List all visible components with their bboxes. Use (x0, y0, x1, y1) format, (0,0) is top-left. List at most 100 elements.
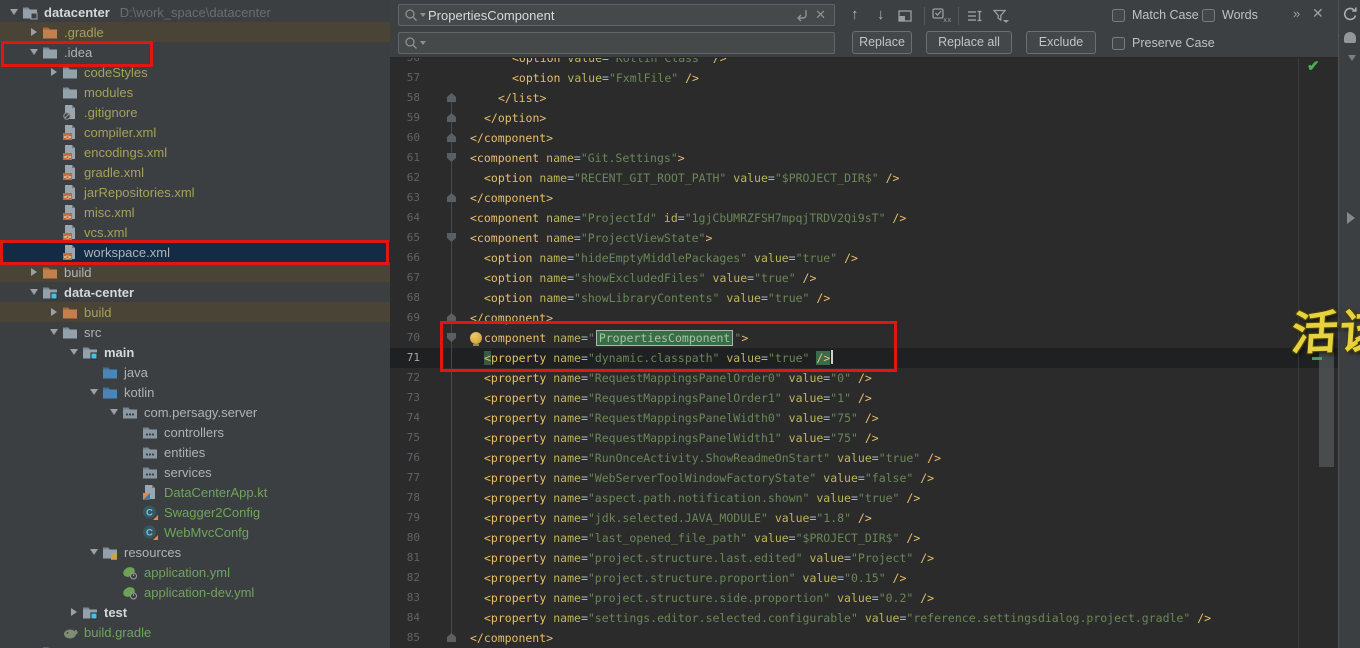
tree-row-build[interactable]: build (0, 302, 390, 322)
tree-row-gradle-xml[interactable]: <>gradle.xml (0, 162, 390, 182)
tree-row-modules[interactable]: modules (0, 82, 390, 102)
code-line-80[interactable]: 80<property name="last_opened_file_path"… (390, 528, 1338, 548)
code-line-67[interactable]: 67<option name="showExcludedFiles" value… (390, 268, 1338, 288)
collapsed-arrow-icon[interactable] (31, 268, 37, 276)
code-line-65[interactable]: 65<component name="ProjectViewState"> (390, 228, 1338, 248)
code-line-70[interactable]: 70component name="PropertiesComponent"> (390, 328, 1338, 348)
tree-row-java[interactable]: java (0, 362, 390, 382)
tree-row--idea[interactable]: .idea (0, 42, 390, 62)
code-line-63[interactable]: 63</component> (390, 188, 1338, 208)
replace-button[interactable]: Replace (852, 31, 912, 54)
collapsed-arrow-icon[interactable] (51, 308, 57, 316)
code-line-81[interactable]: 81<property name="project.structure.last… (390, 548, 1338, 568)
tree-row-controllers[interactable]: controllers (0, 422, 390, 442)
collapse-triangle-icon[interactable] (1348, 55, 1356, 61)
fold-start-icon[interactable] (447, 153, 456, 162)
filter-search-icon[interactable] (993, 9, 1009, 28)
code-line-84[interactable]: 84<property name="settings.editor.select… (390, 608, 1338, 628)
tree-row-application-yml[interactable]: application.yml (0, 562, 390, 582)
tree-row-datacenter[interactable]: datacenterD:\work_space\datacenter (0, 2, 390, 22)
tree-row-misc-xml[interactable]: <>misc.xml (0, 202, 390, 222)
tree-row-build[interactable]: build (0, 262, 390, 282)
preserve-case-checkbox[interactable]: Preserve Case (1112, 36, 1215, 50)
search-field[interactable]: ✕ (398, 4, 835, 26)
search-history-icon[interactable] (795, 8, 809, 22)
code-line-69[interactable]: 69</component> (390, 308, 1338, 328)
tree-row-test[interactable]: test (0, 602, 390, 622)
search-icon[interactable] (404, 8, 426, 22)
expanded-arrow-icon[interactable] (30, 289, 38, 295)
tree-row--gitignore[interactable]: .gitignore (0, 102, 390, 122)
code-line-82[interactable]: 82<property name="project.structure.prop… (390, 568, 1338, 588)
code-line-64[interactable]: 64<component name="ProjectId" id="1gjCbU… (390, 208, 1338, 228)
code-line-77[interactable]: 77<property name="WebServerToolWindowFac… (390, 468, 1338, 488)
tree-row-kotlin[interactable]: kotlin (0, 382, 390, 402)
code-line-57[interactable]: 57<option value="FxmlFile" /> (390, 68, 1338, 88)
code-line-58[interactable]: 58</list> (390, 88, 1338, 108)
open-results-in-new-window-icon[interactable] (898, 9, 912, 27)
code-line-71[interactable]: 71<property name="dynamic.classpath" val… (390, 348, 1338, 368)
fold-end-icon[interactable] (447, 633, 456, 642)
tree-row-swagger2config[interactable]: CSwagger2Config (0, 502, 390, 522)
tree-row-com-persagy-server[interactable]: com.persagy.server (0, 402, 390, 422)
next-occurrence-icon[interactable]: ↓ (877, 6, 885, 23)
tree-row-codestyles[interactable]: codeStyles (0, 62, 390, 82)
tree-row-resources[interactable]: resources (0, 542, 390, 562)
code-line-59[interactable]: 59</option> (390, 108, 1338, 128)
expanded-arrow-icon[interactable] (10, 9, 18, 15)
code-line-74[interactable]: 74<property name="RequestMappingsPanelWi… (390, 408, 1338, 428)
fold-start-icon[interactable] (447, 333, 456, 342)
tree-row-entities[interactable]: entities (0, 442, 390, 462)
fold-start-icon[interactable] (447, 233, 456, 242)
inspections-ok-icon[interactable]: ✔ (1307, 57, 1320, 75)
tree-row-src[interactable]: src (0, 322, 390, 342)
tree-row-compiler-xml[interactable]: <>compiler.xml (0, 122, 390, 142)
code-line-61[interactable]: 61<component name="Git.Settings"> (390, 148, 1338, 168)
exclude-button[interactable]: Exclude (1026, 31, 1096, 54)
code-line-66[interactable]: 66<option name="hideEmptyMiddlePackages"… (390, 248, 1338, 268)
clear-search-icon[interactable]: ✕ (815, 7, 826, 23)
expanded-arrow-icon[interactable] (90, 389, 98, 395)
select-all-occurrences-icon[interactable]: xx (932, 8, 951, 28)
tree-row-webmvcconfg[interactable]: CWebMvcConfg (0, 522, 390, 542)
collapsed-arrow-icon[interactable] (51, 68, 57, 76)
expanded-arrow-icon[interactable] (110, 409, 118, 415)
code-line-72[interactable]: 72<property name="RequestMappingsPanelOr… (390, 368, 1338, 388)
reload-icon[interactable] (1342, 6, 1358, 27)
words-checkbox[interactable]: Words (1202, 8, 1258, 22)
fold-end-icon[interactable] (447, 93, 456, 102)
expanded-arrow-icon[interactable] (30, 49, 38, 55)
search-input[interactable] (428, 8, 791, 23)
tree-row-services[interactable]: services (0, 462, 390, 482)
tree-row-application-dev-yml[interactable]: application-dev.yml (0, 582, 390, 602)
code-line-83[interactable]: 83<property name="project.structure.side… (390, 588, 1338, 608)
tree-row-main[interactable]: main (0, 342, 390, 362)
tree-row-encodings-xml[interactable]: <>encodings.xml (0, 142, 390, 162)
match-case-checkbox[interactable]: Match Case (1112, 8, 1199, 22)
editor-scrollbar[interactable] (1319, 352, 1334, 467)
tree-row-workspace-xml[interactable]: <>workspace.xml (0, 242, 390, 262)
tree-row-data-center[interactable]: data-center (0, 282, 390, 302)
tree-row-jarrepositories-xml[interactable]: <>jarRepositories.xml (0, 182, 390, 202)
tree-row[interactable] (0, 642, 390, 648)
code-line-79[interactable]: 79<property name="jdk.selected.JAVA_MODU… (390, 508, 1338, 528)
code-editor[interactable]: 56<option value="Kotlin Class" />57<opti… (390, 48, 1338, 648)
code-line-68[interactable]: 68<option name="showLibraryContents" val… (390, 288, 1338, 308)
fold-end-icon[interactable] (447, 113, 456, 122)
tree-row-datacenterapp-kt[interactable]: DataCenterApp.kt (0, 482, 390, 502)
search-in-selection-icon[interactable] (967, 9, 983, 28)
code-line-75[interactable]: 75<property name="RequestMappingsPanelWi… (390, 428, 1338, 448)
replace-search-icon[interactable] (404, 36, 426, 50)
code-line-60[interactable]: 60</component> (390, 128, 1338, 148)
fold-end-icon[interactable] (447, 313, 456, 322)
expanded-arrow-icon[interactable] (50, 329, 58, 335)
replace-field[interactable] (398, 32, 835, 54)
collapsed-arrow-icon[interactable] (31, 28, 37, 36)
expand-tool-window-icon[interactable] (1347, 212, 1355, 224)
replace-input[interactable] (428, 36, 834, 51)
collapsed-arrow-icon[interactable] (71, 608, 77, 616)
intention-bulb-icon[interactable] (470, 332, 482, 344)
code-line-85[interactable]: 85</component> (390, 628, 1338, 648)
replace-all-button[interactable]: Replace all (926, 31, 1012, 54)
previous-occurrence-icon[interactable]: ↑ (851, 6, 859, 23)
